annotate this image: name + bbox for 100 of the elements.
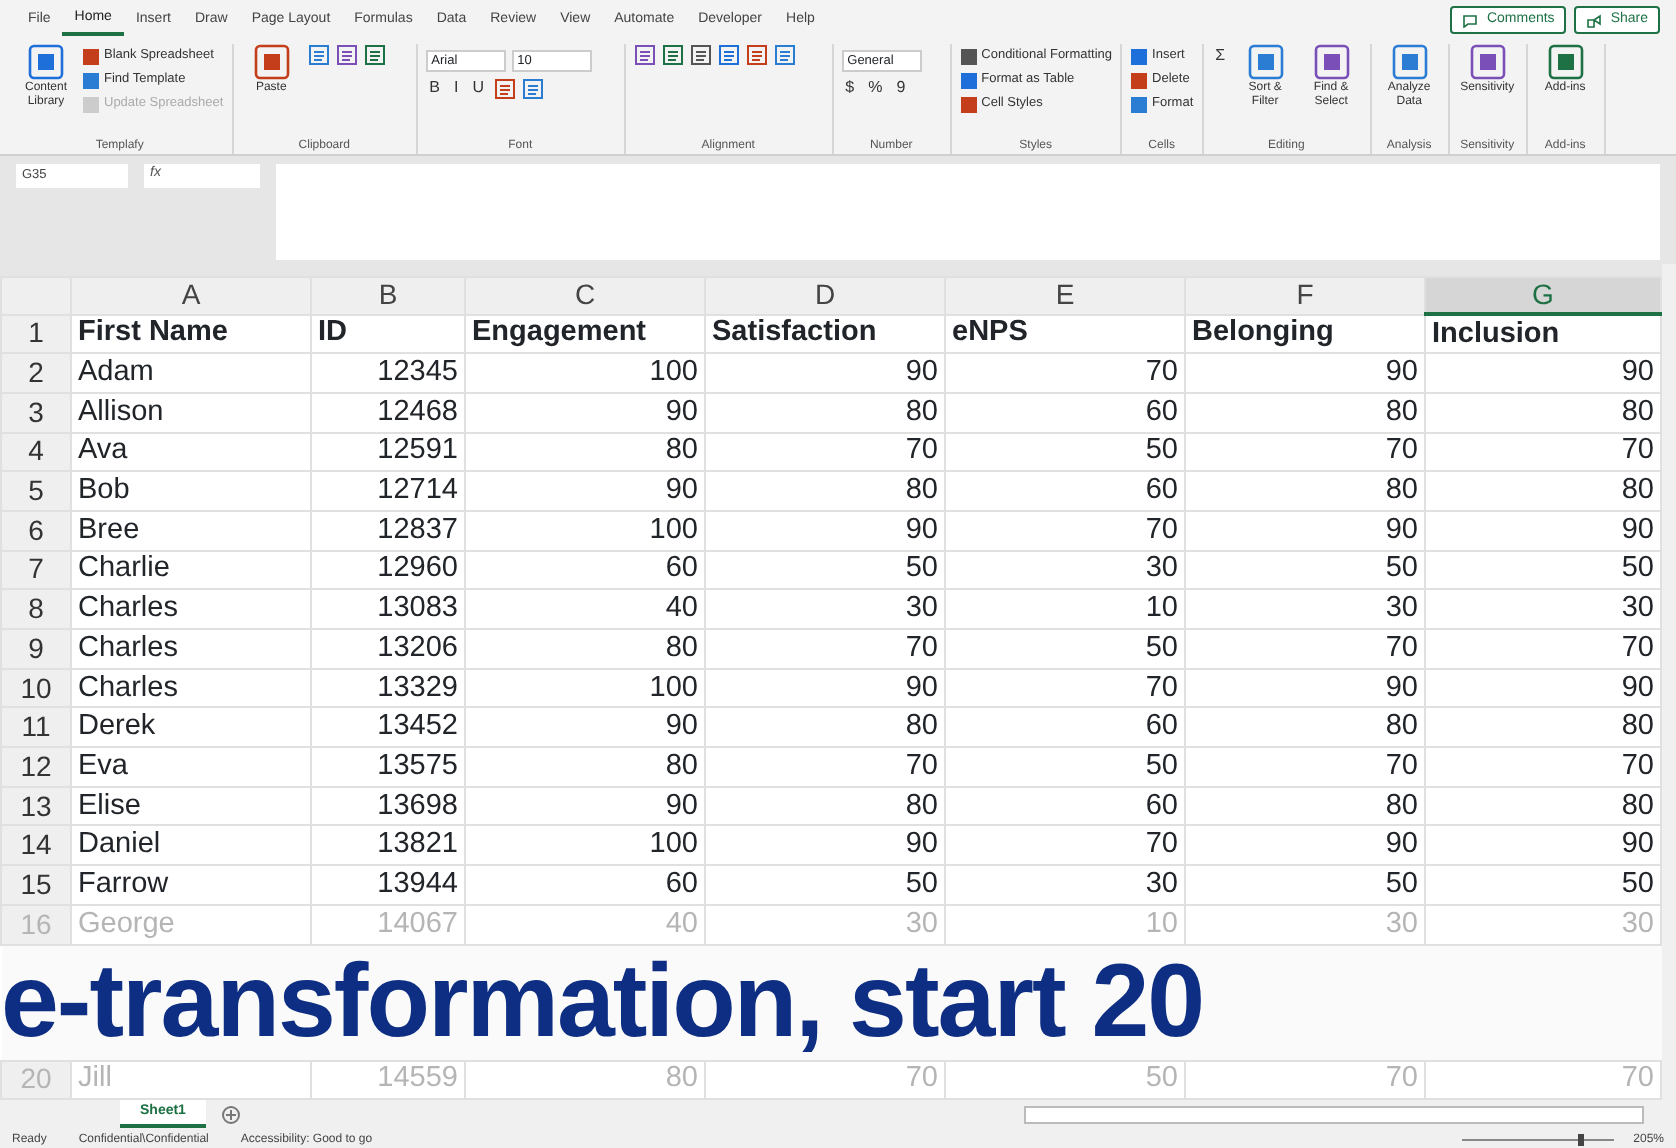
horizontal-scrollbar[interactable] bbox=[1024, 1105, 1644, 1124]
table-cell: 90 bbox=[1425, 353, 1661, 393]
table-cell: 90 bbox=[1425, 668, 1661, 708]
table-cell: 90 bbox=[705, 510, 945, 551]
table-cell: 13821 bbox=[311, 825, 465, 866]
table-cell: 70 bbox=[1425, 1060, 1661, 1100]
row-header[interactable]: 14 bbox=[1, 825, 71, 866]
table-cell: 12837 bbox=[311, 510, 465, 551]
command-icon bbox=[689, 44, 712, 66]
vertical-scrollbar[interactable] bbox=[1662, 264, 1676, 1101]
table-cell: 50 bbox=[945, 1060, 1185, 1100]
table-cell: 80 bbox=[465, 629, 705, 669]
table-cell: 80 bbox=[1185, 471, 1425, 511]
table-cell: 80 bbox=[465, 1060, 705, 1100]
column-header[interactable]: B bbox=[311, 277, 465, 314]
column-header[interactable]: F bbox=[1185, 277, 1425, 314]
table-cell: 90 bbox=[465, 392, 705, 433]
row-header[interactable]: 6 bbox=[1, 510, 71, 551]
table-cell: 80 bbox=[465, 747, 705, 787]
table-cell: 80 bbox=[1425, 471, 1661, 511]
ribbon-button[interactable]: I bbox=[449, 76, 463, 100]
table-cell: 13452 bbox=[311, 707, 465, 748]
table-cell: 13083 bbox=[311, 589, 465, 629]
table-cell: 70 bbox=[705, 747, 945, 787]
table-cell: Bob bbox=[71, 471, 311, 511]
command-icon bbox=[633, 44, 656, 66]
row-header[interactable]: 7 bbox=[1, 550, 71, 590]
table-cell: 70 bbox=[1425, 747, 1661, 787]
command-icon bbox=[1547, 44, 1584, 80]
table-cell: 30 bbox=[705, 904, 945, 944]
table-cell: 60 bbox=[945, 471, 1185, 511]
table-cell: 30 bbox=[1425, 589, 1661, 629]
command-icon bbox=[717, 44, 740, 66]
command-icon bbox=[253, 44, 290, 80]
table-cell: 80 bbox=[465, 432, 705, 472]
table-cell: 80 bbox=[1185, 392, 1425, 433]
add-icon bbox=[221, 1105, 240, 1124]
row-header[interactable]: 12 bbox=[1, 747, 71, 787]
table-cell: 80 bbox=[705, 392, 945, 433]
command-icon bbox=[661, 44, 684, 66]
row-header[interactable]: 1 bbox=[1, 314, 71, 354]
ribbon-button[interactable]: % bbox=[864, 76, 887, 100]
column-header[interactable]: C bbox=[465, 277, 705, 314]
table-cell: George bbox=[71, 904, 311, 944]
table-cell: 70 bbox=[945, 668, 1185, 708]
table-cell: 12714 bbox=[311, 471, 465, 511]
column-title: Satisfaction bbox=[705, 314, 945, 354]
table-cell: 30 bbox=[1425, 904, 1661, 944]
command-icon bbox=[494, 77, 516, 99]
command-icon bbox=[363, 44, 386, 66]
column-title: Engagement bbox=[465, 314, 705, 354]
table-cell: 70 bbox=[945, 510, 1185, 551]
table-cell: 50 bbox=[1425, 865, 1661, 905]
command-icon bbox=[745, 44, 768, 66]
column-header[interactable]: E bbox=[945, 277, 1185, 314]
ribbon-button[interactable]: U bbox=[468, 76, 488, 100]
row-header[interactable]: 4 bbox=[1, 432, 71, 472]
table-cell: 80 bbox=[705, 471, 945, 511]
column-title: eNPS bbox=[945, 314, 1185, 354]
table-cell: 90 bbox=[1185, 510, 1425, 551]
table-cell: 80 bbox=[1185, 707, 1425, 748]
comment-icon bbox=[1462, 13, 1479, 27]
table-cell: 30 bbox=[1185, 589, 1425, 629]
ribbon-button[interactable]: 9 bbox=[892, 76, 910, 100]
row-header[interactable]: 11 bbox=[1, 707, 71, 748]
column-header[interactable]: G bbox=[1425, 277, 1661, 314]
table-cell: 50 bbox=[1185, 550, 1425, 590]
table-cell: 100 bbox=[465, 825, 705, 866]
table-cell: 40 bbox=[465, 904, 705, 944]
table-cell: 70 bbox=[1425, 432, 1661, 472]
table-cell: Jill bbox=[71, 1060, 311, 1100]
ribbon-button[interactable]: $ bbox=[841, 76, 859, 100]
row-header[interactable]: 2 bbox=[1, 353, 71, 393]
ribbon-button[interactable]: Σ bbox=[1211, 44, 1230, 68]
formula-input[interactable] bbox=[276, 164, 1660, 260]
command-icon bbox=[773, 44, 796, 66]
table-cell: Ava bbox=[71, 432, 311, 472]
row-header[interactable]: 8 bbox=[1, 589, 71, 629]
table-cell: 12591 bbox=[311, 432, 465, 472]
table-cell: 70 bbox=[945, 825, 1185, 866]
table-cell: Elise bbox=[71, 786, 311, 826]
row-header[interactable]: 5 bbox=[1, 471, 71, 511]
row-header[interactable]: 9 bbox=[1, 629, 71, 669]
column-header[interactable]: A bbox=[71, 277, 311, 314]
table-cell: 70 bbox=[1185, 432, 1425, 472]
ribbon-button[interactable]: B bbox=[425, 76, 444, 100]
table-cell: Eva bbox=[71, 747, 311, 787]
row-header[interactable]: 10 bbox=[1, 668, 71, 708]
row-header[interactable]: 3 bbox=[1, 392, 71, 433]
table-cell: 60 bbox=[945, 786, 1185, 826]
column-header[interactable]: D bbox=[705, 277, 945, 314]
table-cell: 90 bbox=[1425, 510, 1661, 551]
table-cell: 13329 bbox=[311, 668, 465, 708]
table-cell: 12468 bbox=[311, 392, 465, 433]
table-cell: 90 bbox=[705, 353, 945, 393]
table-cell: 100 bbox=[465, 510, 705, 551]
row-header[interactable]: 15 bbox=[1, 865, 71, 905]
row-header[interactable]: 13 bbox=[1, 786, 71, 826]
table-cell: Bree bbox=[71, 510, 311, 551]
table-cell: 90 bbox=[1185, 668, 1425, 708]
